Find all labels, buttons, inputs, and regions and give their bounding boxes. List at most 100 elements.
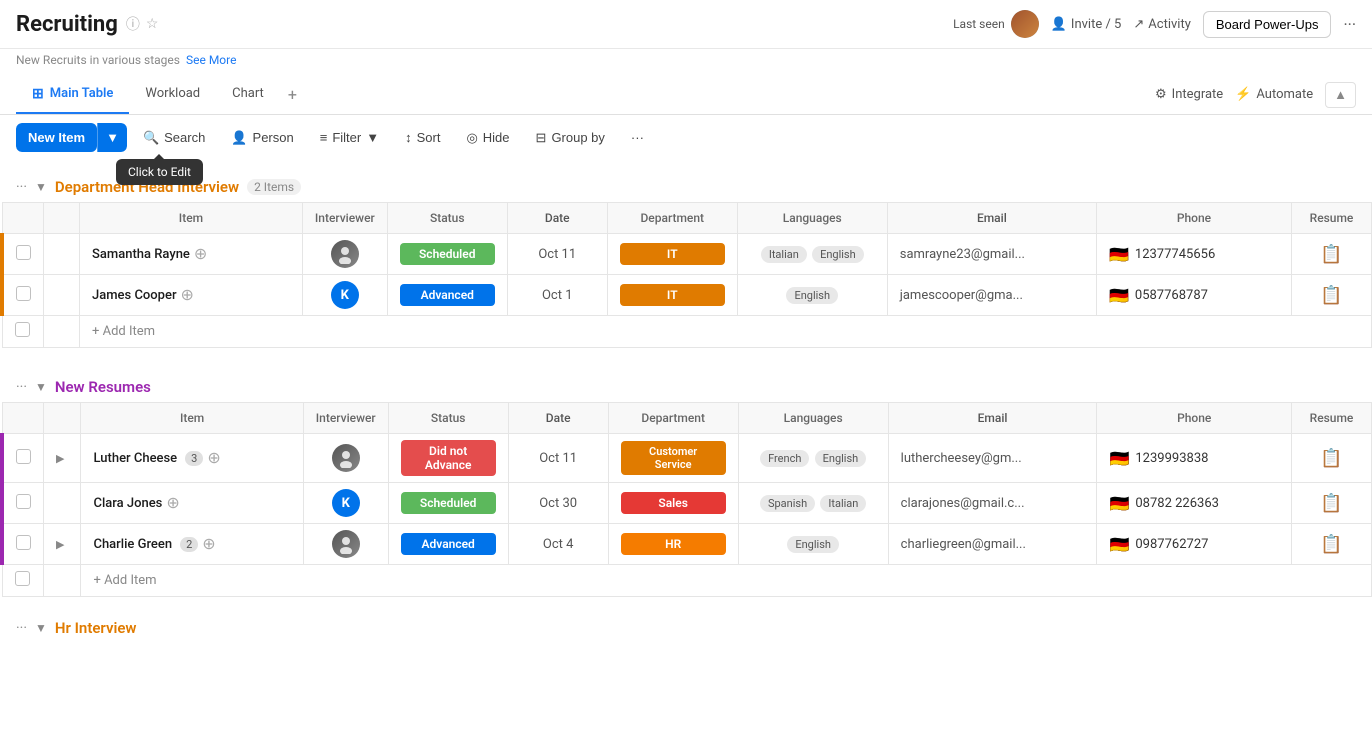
more-dots-icon[interactable]: ···: [16, 179, 27, 195]
add-subitem-button[interactable]: ⊕: [202, 534, 215, 554]
star-icon[interactable]: ☆: [146, 16, 159, 32]
lang-badge-1: French: [760, 450, 809, 467]
more-dots-icon-3[interactable]: ···: [16, 620, 27, 636]
new-item-dropdown[interactable]: ▼: [97, 123, 127, 152]
phone-cell: 🇩🇪 12377745656: [1109, 245, 1279, 264]
avatar: [1011, 10, 1039, 38]
tab-workload-label: Workload: [145, 86, 200, 101]
more-dots-icon-2[interactable]: ···: [16, 379, 27, 395]
add-item-label[interactable]: + Add Item: [80, 316, 1372, 348]
table-icon: ⊞: [32, 86, 44, 102]
row-resume[interactable]: 📋: [1292, 275, 1372, 316]
col-resume: Resume: [1292, 203, 1372, 234]
item-name-text: James Cooper: [92, 288, 177, 303]
add-item-label-2[interactable]: + Add Item: [81, 565, 1372, 597]
col-date: Date: [508, 403, 608, 434]
sort-button[interactable]: ↕ Sort: [395, 124, 450, 151]
row-checkbox[interactable]: [2, 275, 44, 316]
row-resume[interactable]: 📋: [1292, 434, 1372, 483]
tabs-bar: ⊞ Main Table Workload Chart + ⚙ Integrat…: [0, 75, 1372, 115]
automate-icon: ⚡: [1235, 87, 1251, 102]
row-expand[interactable]: ▶: [44, 524, 81, 565]
row-resume[interactable]: 📋: [1292, 234, 1372, 275]
row-date: Oct 1: [507, 275, 607, 316]
more-options-icon[interactable]: ···: [1343, 15, 1356, 34]
row-interviewer: K: [302, 275, 387, 316]
group-new-resumes: ··· ▼ New Resumes Item Interviewer Statu…: [0, 372, 1372, 597]
table-2: Item Interviewer Status Date Department …: [0, 402, 1372, 597]
group-toggle-2[interactable]: ▼: [35, 380, 47, 394]
row-checkbox-empty: [2, 316, 44, 348]
collapse-button[interactable]: ▲: [1325, 82, 1356, 108]
row-department: Sales: [608, 483, 738, 524]
row-phone: 🇩🇪 12377745656: [1096, 234, 1291, 275]
row-item-name: Charlie Green 2 ⊕: [81, 524, 303, 565]
item-name-text: Luther Cheese: [93, 451, 177, 466]
group-title-2[interactable]: New Resumes: [55, 378, 151, 396]
lang-badge-2: English: [815, 450, 867, 467]
item-actions: Charlie Green 2 ⊕: [93, 534, 290, 554]
board-power-button[interactable]: Board Power-Ups: [1203, 11, 1332, 38]
row-expand[interactable]: ▶: [44, 434, 81, 483]
sub-header: New Recruits in various stages See More: [0, 49, 1372, 75]
col-phone: Phone: [1096, 203, 1291, 234]
row-checkbox[interactable]: [2, 524, 44, 565]
filter-dropdown-icon: ▼: [366, 130, 379, 145]
group-toggle-1[interactable]: ▼: [35, 180, 47, 194]
search-button[interactable]: 🔍 Search: [133, 124, 215, 152]
person-button[interactable]: 👤 Person: [221, 124, 303, 152]
resume-icon: 📋: [1320, 448, 1342, 469]
col-department: Department: [607, 203, 737, 234]
row-languages: Spanish Italian: [738, 483, 888, 524]
resume-icon: 📋: [1320, 534, 1342, 555]
status-badge: Did not Advance: [401, 440, 496, 476]
table-row: ▶ Luther Cheese 3 ⊕ Did: [2, 434, 1372, 483]
add-item-row-1[interactable]: + Add Item: [2, 316, 1372, 348]
row-email: clarajones@gmail.c...: [888, 483, 1097, 524]
add-subitem-button[interactable]: ⊕: [181, 285, 194, 305]
row-checkbox[interactable]: [2, 434, 44, 483]
phone-cell: 🇩🇪 0587768787: [1109, 286, 1279, 305]
row-status: Advanced: [388, 524, 508, 565]
tab-main-table[interactable]: ⊞ Main Table: [16, 76, 129, 114]
row-expand: [44, 234, 80, 275]
integrate-button[interactable]: ⚙ Integrate: [1155, 87, 1223, 102]
row-checkbox[interactable]: [2, 483, 44, 524]
add-subitem-button[interactable]: ⊕: [166, 493, 179, 513]
row-checkbox-empty: [2, 565, 44, 597]
add-subitem-button[interactable]: ⊕: [207, 448, 220, 468]
subtitle: New Recruits in various stages: [16, 53, 180, 67]
group-toggle-3[interactable]: ▼: [35, 621, 47, 635]
hide-button[interactable]: ◎ Hide: [456, 124, 519, 152]
group-title-3[interactable]: Hr Interview: [55, 619, 137, 637]
activity-button[interactable]: ↗ Activity: [1133, 17, 1190, 32]
info-icon[interactable]: ⓘ: [126, 14, 140, 34]
sub-count: 2: [180, 537, 198, 552]
group-by-button[interactable]: ⊟ Group by: [526, 124, 615, 152]
table-1: Item Interviewer Status Date Department …: [0, 202, 1372, 348]
group-header-3: ··· ▼ Hr Interview: [0, 613, 1372, 643]
group-header-1: ··· ▼ Department Head Interview 2 Items: [0, 172, 1372, 202]
automate-button[interactable]: ⚡ Automate: [1235, 87, 1313, 102]
col-email: Email: [887, 203, 1096, 234]
tab-chart[interactable]: Chart: [216, 76, 280, 113]
add-subitem-button[interactable]: ⊕: [194, 244, 207, 264]
more-toolbar-button[interactable]: ···: [621, 124, 654, 151]
row-resume[interactable]: 📋: [1292, 524, 1372, 565]
filter-button[interactable]: ≡ Filter ▼: [310, 124, 389, 151]
invite-button[interactable]: 👤 Invite / 5: [1051, 17, 1122, 32]
phone-cell: 🇩🇪 1239993838: [1109, 449, 1279, 468]
row-resume[interactable]: 📋: [1292, 483, 1372, 524]
hide-icon: ◎: [466, 130, 477, 146]
new-item-button[interactable]: New Item: [16, 123, 97, 152]
table-row: James Cooper ⊕ K Advanced Oct 1 IT: [2, 275, 1372, 316]
sort-icon: ↕: [405, 130, 412, 145]
add-item-row-2[interactable]: + Add Item: [2, 565, 1372, 597]
app-name: Recruiting: [16, 12, 118, 37]
tab-workload[interactable]: Workload: [129, 76, 216, 113]
tab-add-button[interactable]: +: [280, 75, 305, 114]
tab-main-table-label: Main Table: [50, 86, 114, 101]
row-checkbox[interactable]: [2, 234, 44, 275]
lang-badge-1: English: [786, 287, 838, 304]
see-more-link[interactable]: See More: [186, 53, 236, 67]
